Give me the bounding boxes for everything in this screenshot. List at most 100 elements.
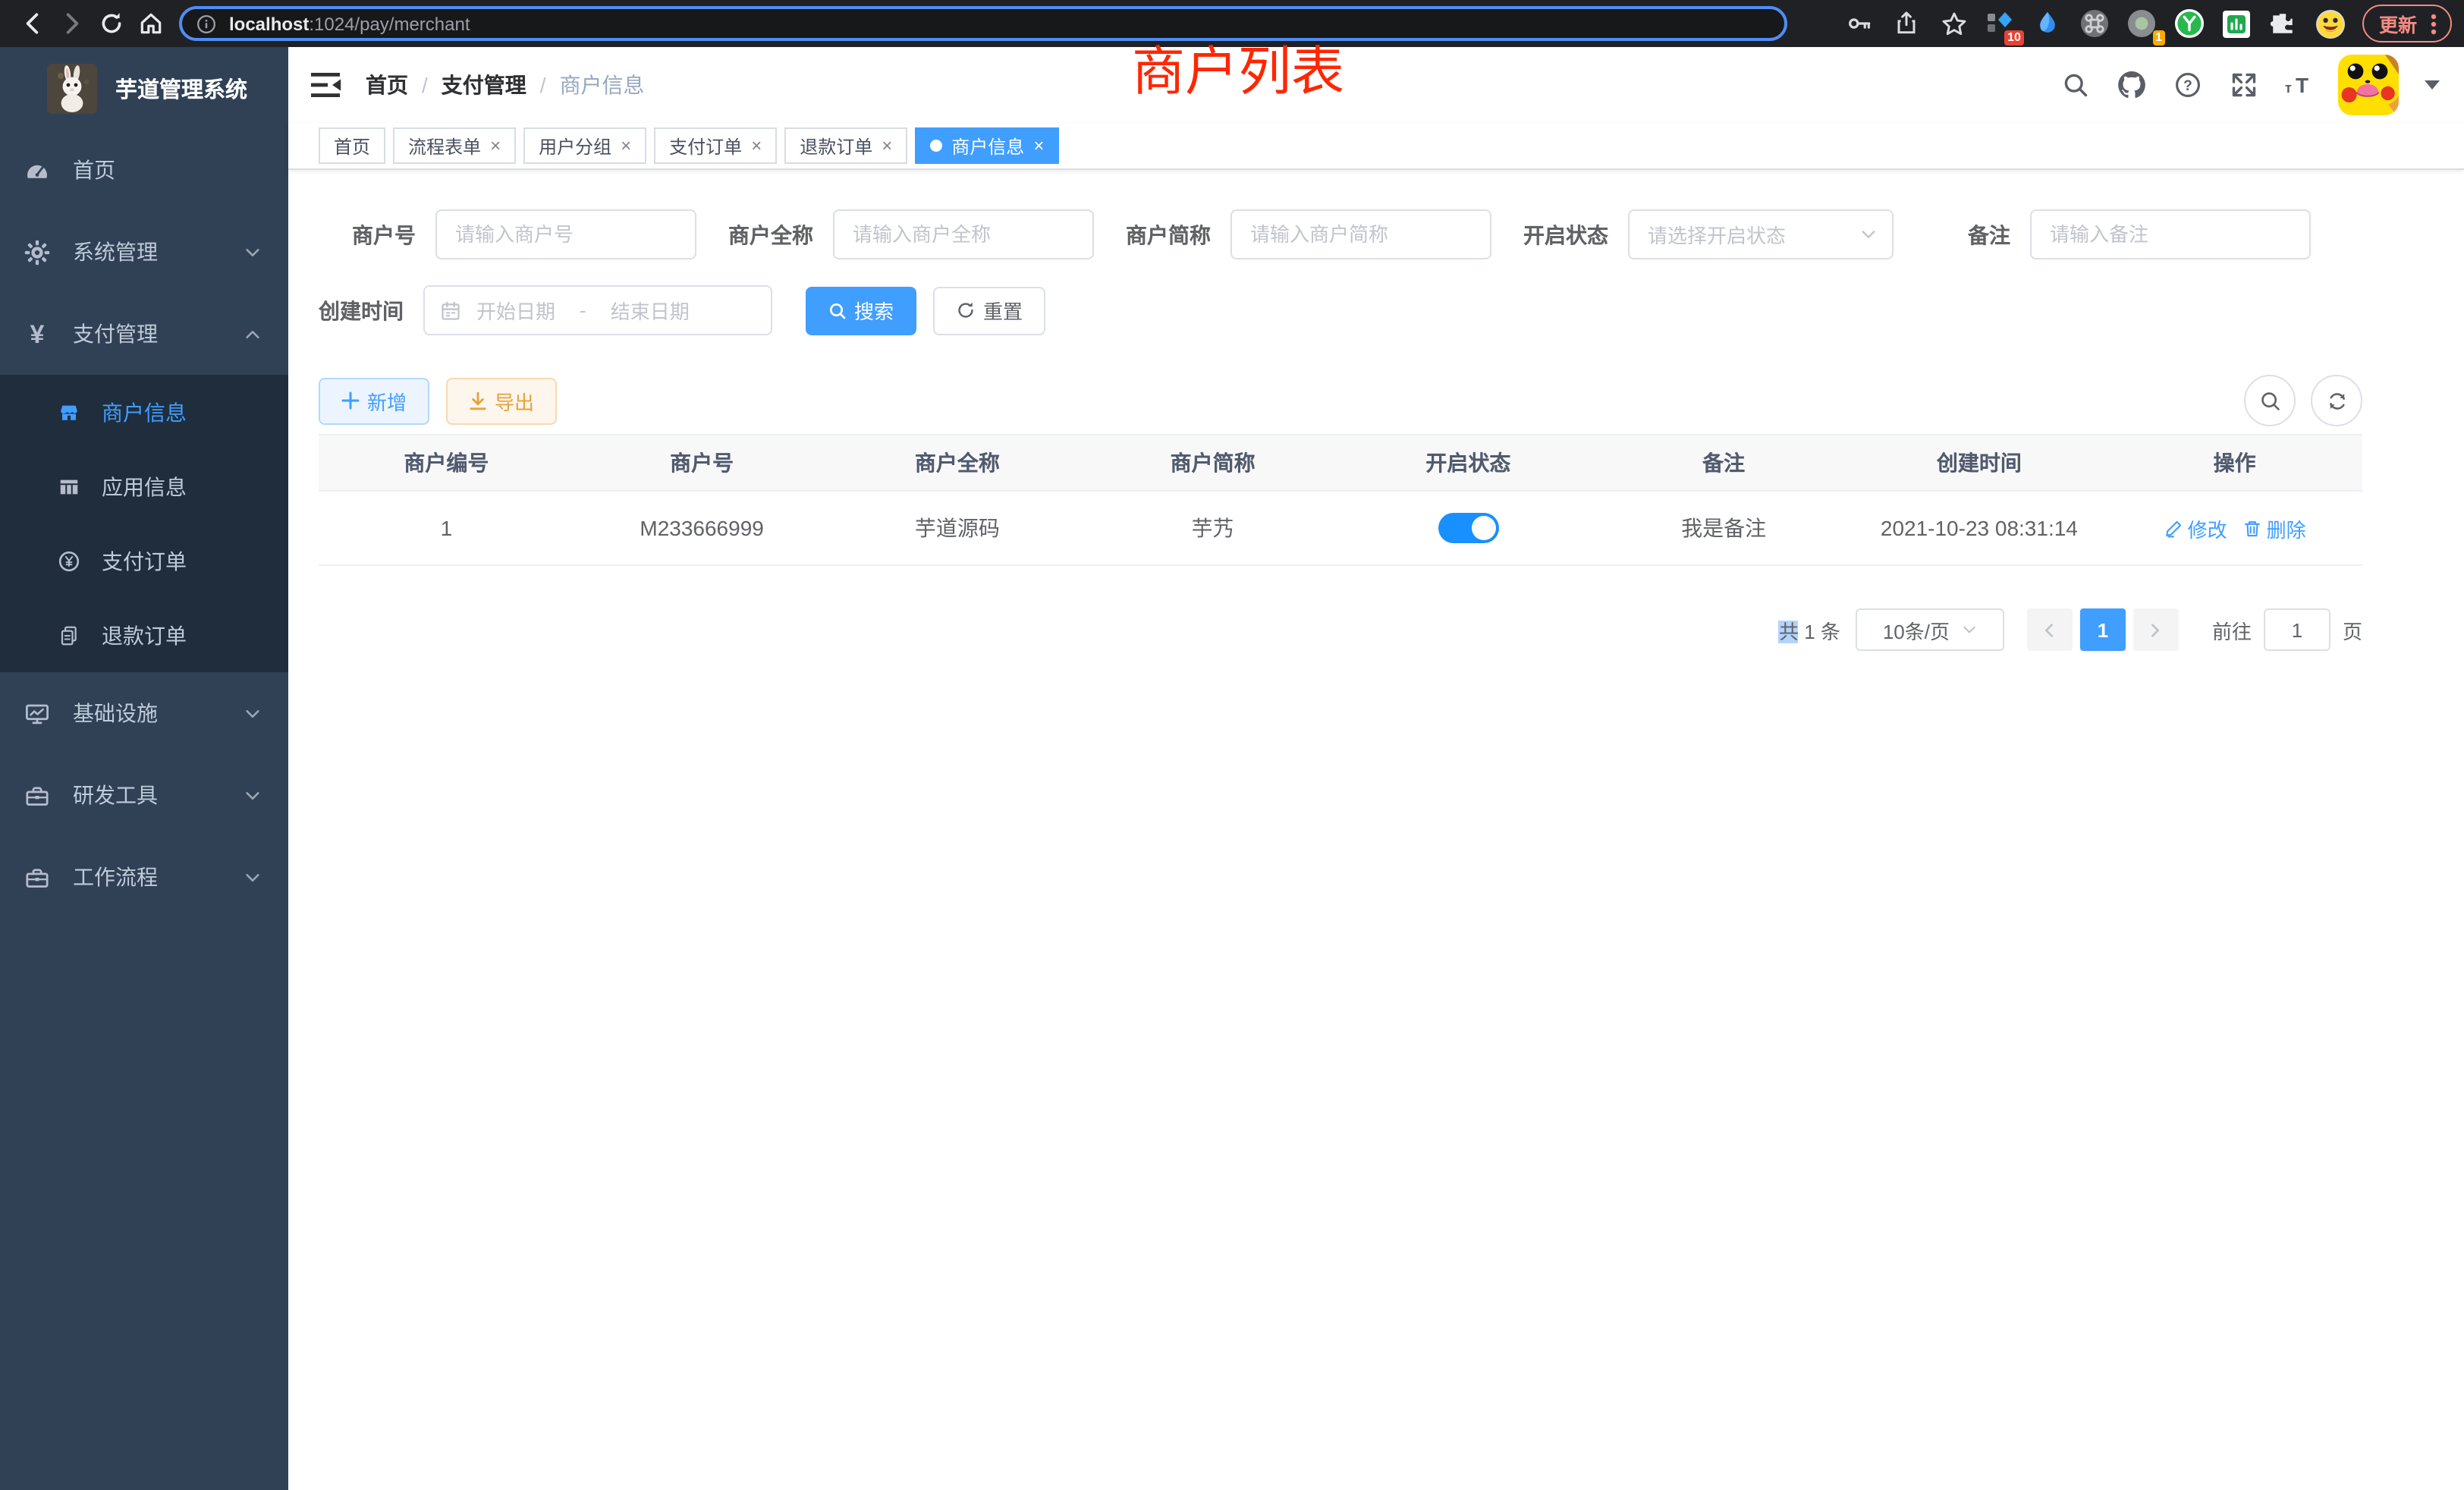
- prev-page-button[interactable]: [2027, 608, 2073, 651]
- create-time-range-picker[interactable]: 开始日期 - 结束日期: [423, 285, 772, 335]
- full-name-input[interactable]: [833, 209, 1094, 259]
- main-area: 首页 / 支付管理 / 商户信息 商户列表 ?: [288, 47, 2464, 1490]
- user-avatar[interactable]: [2338, 55, 2399, 115]
- close-icon[interactable]: ×: [882, 137, 892, 155]
- tab-pay-order[interactable]: 支付订单×: [654, 127, 777, 164]
- browser-update-button[interactable]: 更新: [2362, 5, 2452, 42]
- sidebar-item-infra[interactable]: 基础设施: [0, 672, 288, 754]
- browser-menu-icon[interactable]: [2431, 13, 2437, 34]
- share-icon[interactable]: [1892, 8, 1922, 39]
- sidebar-item-workflow[interactable]: 工作流程: [0, 836, 288, 918]
- column-header: 商户简称: [1085, 448, 1340, 478]
- end-date-placeholder[interactable]: 结束日期: [611, 296, 690, 325]
- home-icon[interactable]: [130, 4, 170, 43]
- monitor-icon: [24, 700, 50, 726]
- sidebar-item-label: 首页: [73, 155, 115, 185]
- filter-remark: 备注: [1913, 209, 2311, 259]
- jump-suffix: 页: [2343, 615, 2362, 644]
- close-icon[interactable]: ×: [1033, 137, 1044, 155]
- start-date-placeholder[interactable]: 开始日期: [476, 296, 555, 325]
- dashboard-icon: [24, 157, 50, 183]
- page-number-1[interactable]: 1: [2080, 608, 2126, 651]
- navbar: 首页 / 支付管理 / 商户信息 商户列表 ?: [288, 47, 2464, 123]
- filter-status: 开启状态 请选择开启状态: [1511, 209, 1894, 259]
- cell-actions: 修改 删除: [2107, 514, 2362, 542]
- page-size-select[interactable]: 10条/页: [1856, 608, 2004, 651]
- fullscreen-icon[interactable]: [2226, 67, 2262, 103]
- hide-search-button[interactable]: [2244, 375, 2296, 426]
- sidebar: 芋道管理系统 首页 系统管理 ¥ 支付管理: [0, 47, 288, 1490]
- delete-link[interactable]: 删除: [2242, 514, 2306, 542]
- help-icon[interactable]: ?: [2170, 67, 2206, 103]
- close-icon[interactable]: ×: [490, 137, 501, 155]
- sidebar-item-pay-order[interactable]: 支付订单: [0, 523, 288, 598]
- sidebar-collapse-button[interactable]: [311, 71, 341, 99]
- filter-short-name: 商户简称: [1114, 209, 1491, 259]
- chevron-down-icon: [1860, 226, 1877, 243]
- table-header-row: 商户编号 商户号 商户全称 商户简称 开启状态 备注 创建时间 操作: [319, 435, 2362, 492]
- tab-user-group[interactable]: 用户分组 ×: [523, 127, 646, 164]
- tab-process-form[interactable]: 流程表单×: [393, 127, 516, 164]
- avatar-dropdown-caret-icon[interactable]: [2425, 80, 2440, 90]
- address-bar[interactable]: localhost:1024/pay/merchant: [179, 6, 1787, 41]
- breadcrumb-pay[interactable]: 支付管理: [442, 70, 526, 100]
- sidebar-item-label: 工作流程: [73, 862, 158, 892]
- logo-image: [47, 63, 97, 113]
- extension-pin-icon[interactable]: [2033, 8, 2063, 39]
- pagination-jumper: 前往 页: [2212, 608, 2362, 651]
- sidebar-item-home[interactable]: 首页: [0, 129, 288, 211]
- key-icon[interactable]: [1845, 8, 1875, 39]
- merchant-no-input[interactable]: [435, 209, 696, 259]
- forward-icon[interactable]: [52, 4, 91, 43]
- short-name-input[interactable]: [1230, 209, 1491, 259]
- app-logo[interactable]: 芋道管理系统: [0, 47, 288, 129]
- sidebar-item-dev-tools[interactable]: 研发工具: [0, 754, 288, 836]
- next-page-button[interactable]: [2133, 608, 2179, 651]
- remark-input[interactable]: [2030, 209, 2311, 259]
- extension-badge: 10: [2004, 30, 2024, 45]
- jump-prefix: 前往: [2212, 615, 2252, 644]
- status-toggle[interactable]: [1438, 513, 1498, 543]
- jump-page-input[interactable]: [2264, 608, 2330, 651]
- tab-label: 用户分组: [539, 133, 611, 159]
- extension-y-icon[interactable]: [2174, 8, 2205, 39]
- close-icon[interactable]: ×: [621, 137, 631, 155]
- sidebar-item-merchant-info[interactable]: 商户信息: [0, 375, 288, 449]
- extension-emoji-icon[interactable]: [2315, 8, 2346, 39]
- back-icon[interactable]: [12, 4, 52, 43]
- bookmark-star-icon[interactable]: [1939, 8, 1969, 39]
- extension-command-icon[interactable]: [2080, 8, 2110, 39]
- chevron-left-icon: [2041, 621, 2058, 638]
- edit-link[interactable]: 修改: [2164, 514, 2227, 542]
- add-button[interactable]: 新增: [319, 377, 429, 424]
- sidebar-item-pay[interactable]: ¥ 支付管理: [0, 293, 288, 375]
- reset-button[interactable]: 重置: [933, 286, 1045, 335]
- extension-chart-icon[interactable]: [2221, 8, 2252, 39]
- refresh-table-button[interactable]: [2311, 375, 2362, 426]
- github-icon[interactable]: [2114, 67, 2150, 103]
- extension-circle-icon[interactable]: 1: [2127, 8, 2158, 39]
- tab-merchant-info[interactable]: 商户信息×: [915, 127, 1059, 164]
- search-button[interactable]: 搜索: [806, 286, 916, 335]
- header-search-icon[interactable]: [2057, 67, 2094, 103]
- extension-puzzle-icon[interactable]: [2268, 8, 2299, 39]
- reload-icon[interactable]: [91, 4, 130, 43]
- breadcrumb-home[interactable]: 首页: [366, 70, 408, 100]
- tags-view-bar: 首页 流程表单× 用户分组 × 支付订单× 退款订单× 商户信息×: [288, 123, 2464, 170]
- cell-remark: 我是备注: [1596, 513, 1852, 543]
- sidebar-item-refund-order[interactable]: 退款订单: [0, 598, 288, 672]
- close-icon[interactable]: ×: [751, 137, 762, 155]
- extension-blocks-icon[interactable]: 10: [1986, 8, 2016, 39]
- status-select[interactable]: 请选择开启状态: [1628, 209, 1894, 259]
- page-annotation: 商户列表: [1132, 47, 1344, 97]
- export-button[interactable]: 导出: [446, 377, 557, 424]
- font-size-icon[interactable]: тT: [2282, 67, 2318, 103]
- tab-refund-order[interactable]: 退款订单×: [784, 127, 907, 164]
- sidebar-item-app-info[interactable]: 应用信息: [0, 449, 288, 523]
- sidebar-item-system[interactable]: 系统管理: [0, 211, 288, 293]
- site-info-icon[interactable]: [196, 13, 217, 34]
- svg-text:?: ?: [2183, 78, 2192, 94]
- edit-icon: [2164, 518, 2183, 538]
- tab-home[interactable]: 首页: [319, 127, 385, 164]
- extension-badge: 1: [2152, 30, 2165, 45]
